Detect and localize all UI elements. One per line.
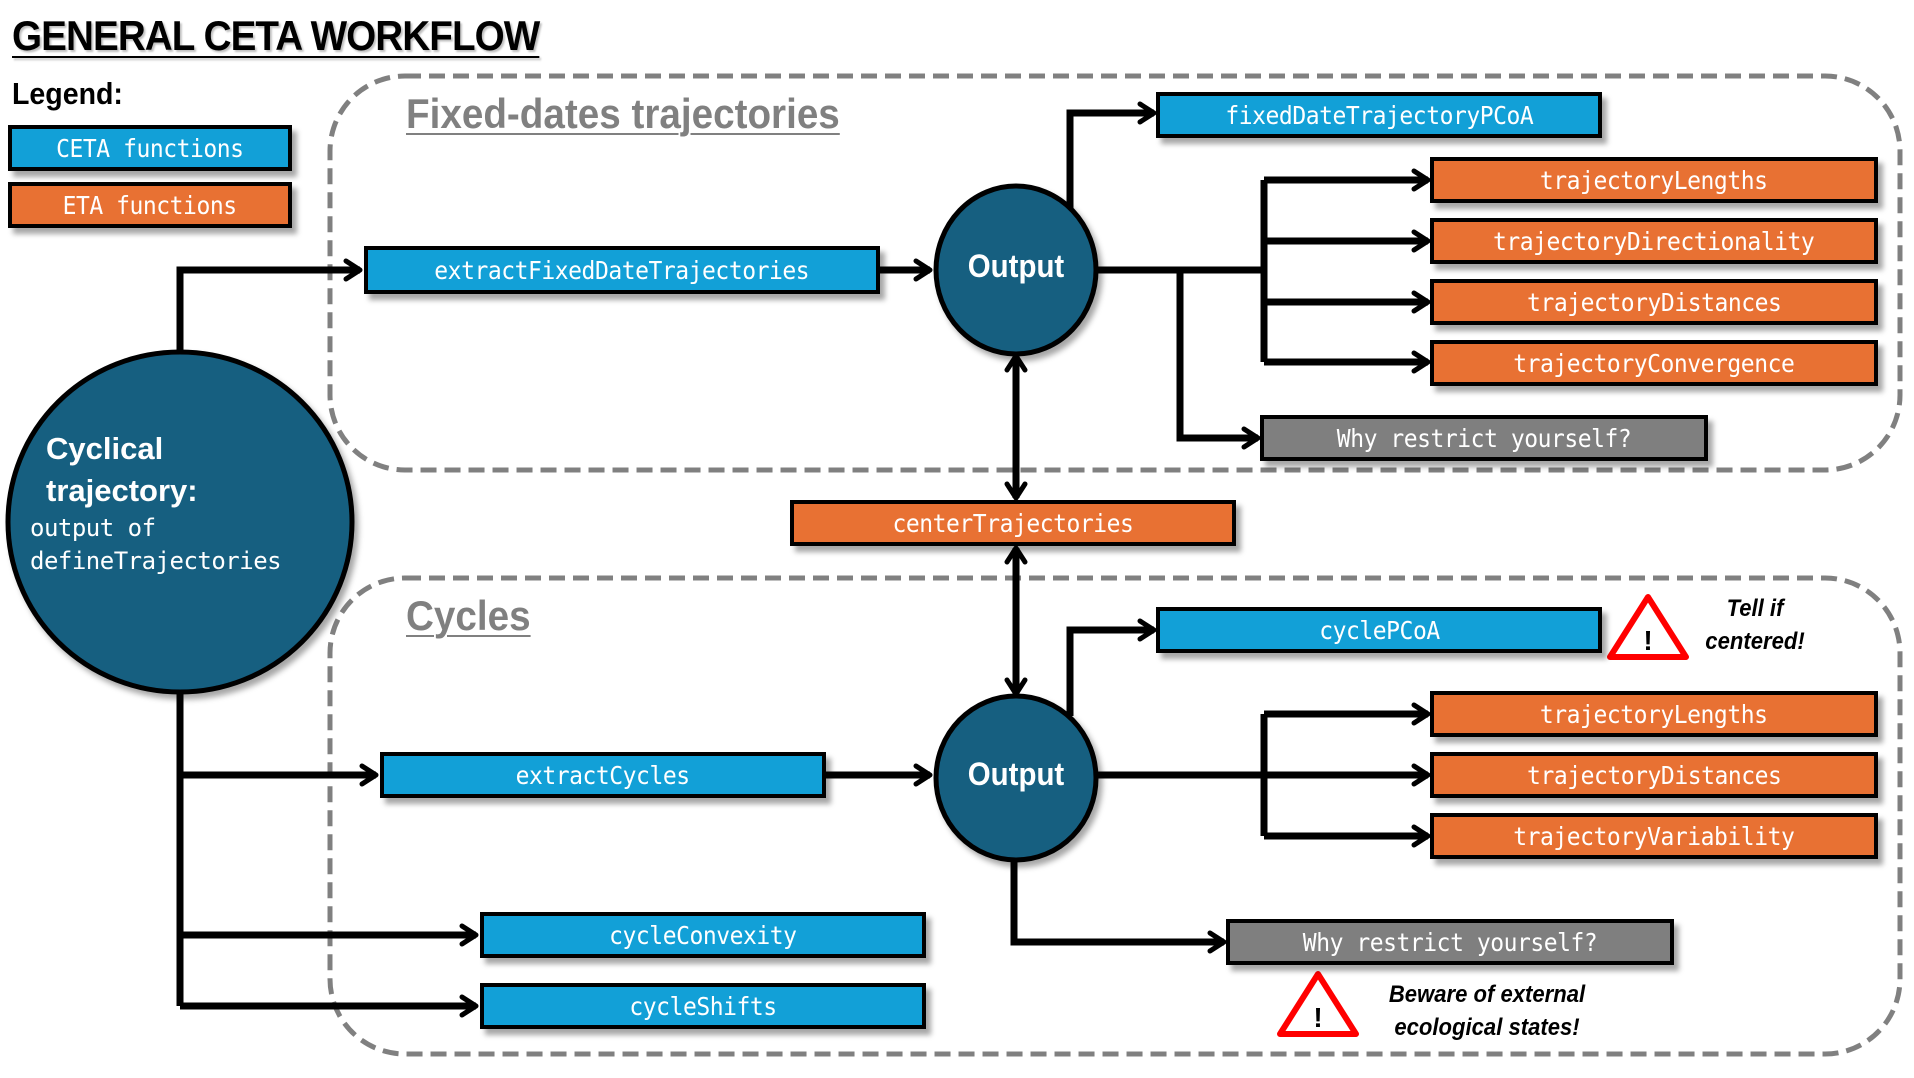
legend-item-eta: ETA functions xyxy=(8,182,292,228)
cycle-shifts-function[interactable]: cycleShifts xyxy=(480,983,926,1029)
warning-icon-pcoa: ! xyxy=(1607,594,1689,660)
fixed-date-trajectory-pcoa-function[interactable]: fixedDateTrajectoryPCoA xyxy=(1156,92,1602,138)
cycles-trajectory-lengths-function[interactable]: trajectoryLengths xyxy=(1430,691,1878,737)
cycles-group-title: Cycles xyxy=(406,592,531,639)
center-trajectories-function[interactable]: centerTrajectories xyxy=(790,500,1236,546)
cycle-convexity-function[interactable]: cycleConvexity xyxy=(480,912,926,958)
legend-label: Legend: xyxy=(12,76,123,111)
cycles-trajectory-distances-function[interactable]: trajectoryDistances xyxy=(1430,752,1878,798)
fixed-dates-output-label: Output xyxy=(967,248,1065,284)
fixed-trajectory-directionality-function[interactable]: trajectoryDirectionality xyxy=(1430,218,1878,264)
fixed-trajectory-convergence-function[interactable]: trajectoryConvergence xyxy=(1430,340,1878,386)
svg-text:!: ! xyxy=(1643,625,1652,656)
warning-icon-external-states: ! xyxy=(1277,971,1359,1037)
extract-cycles-function[interactable]: extractCycles xyxy=(380,752,826,798)
pcoa-warning-note: Tell if centered! xyxy=(1705,595,1805,655)
extract-fixed-date-trajectories-function[interactable]: extractFixedDateTrajectories xyxy=(364,246,880,294)
page-title: GENERAL CETA WORKFLOW xyxy=(12,12,540,59)
cycles-why-restrict-box[interactable]: Why restrict yourself? xyxy=(1226,919,1674,965)
cycles-trajectory-variability-function[interactable]: trajectoryVariability xyxy=(1430,813,1878,859)
fixed-trajectory-distances-function[interactable]: trajectoryDistances xyxy=(1430,279,1878,325)
external-states-warning-note: Beware of external ecological states! xyxy=(1388,981,1586,1041)
cycle-pcoa-function[interactable]: cyclePCoA xyxy=(1156,607,1602,653)
cycles-output-label: Output xyxy=(967,756,1065,792)
connector-source-to-extract-fixed xyxy=(176,258,363,352)
connector-fixed-output-to-pcoa xyxy=(1066,101,1157,212)
fixed-why-restrict-box[interactable]: Why restrict yourself? xyxy=(1260,415,1708,461)
legend-item-ceta: CETA functions xyxy=(8,125,292,171)
source-node-label: Cyclical trajectory: output of defineTra… xyxy=(30,431,282,575)
connector-fixed-to-why-restrict xyxy=(1176,270,1261,450)
fixed-trajectory-lengths-function[interactable]: trajectoryLengths xyxy=(1430,157,1878,203)
fixed-dates-group-title: Fixed-dates trajectories xyxy=(406,90,840,137)
connector-cycles-to-why-restrict xyxy=(1010,858,1227,954)
connector-cycles-output-to-pcoa xyxy=(1066,618,1157,716)
svg-text:!: ! xyxy=(1313,1002,1322,1033)
